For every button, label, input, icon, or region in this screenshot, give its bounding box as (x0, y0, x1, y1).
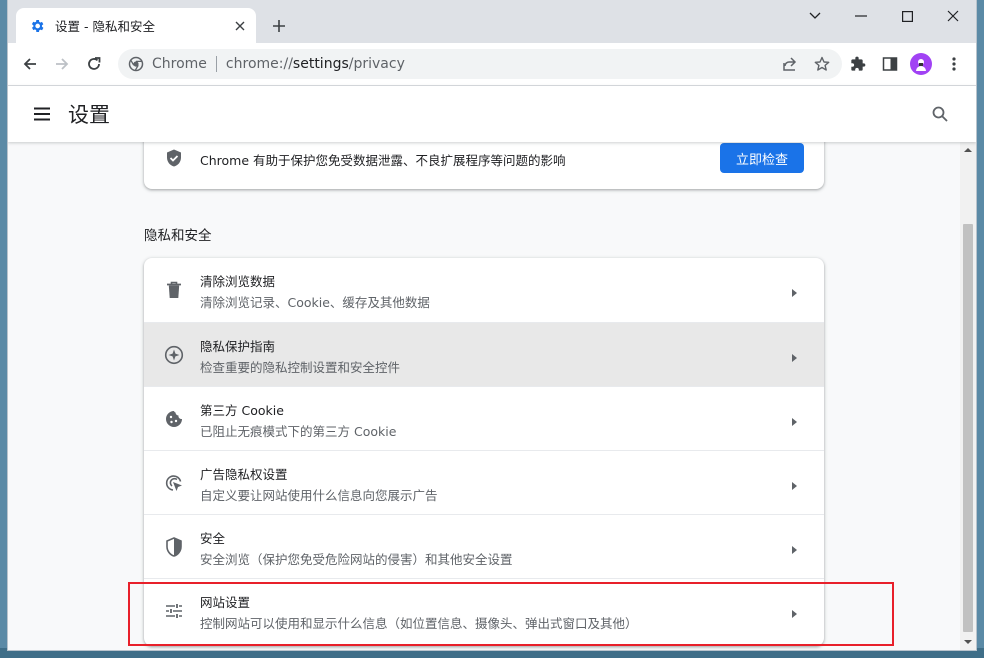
share-icon[interactable] (776, 50, 804, 78)
side-panel-icon[interactable] (876, 50, 904, 78)
settings-content: Chrome 有助于保护您免受数据泄露、不良扩展程序等问题的影响 立即检查 隐私… (8, 142, 960, 650)
url-scheme: chrome:// (225, 56, 293, 72)
arrow-right-icon (788, 477, 800, 490)
back-arrow-icon[interactable] (16, 50, 44, 78)
row-title: 第三方 Cookie (200, 403, 284, 418)
row-clear-browsing-data[interactable]: 清除浏览数据 清除浏览记录、Cookie、缓存及其他数据 (144, 258, 824, 322)
site-label: Chrome (152, 56, 207, 72)
scroll-down-arrow-icon[interactable] (960, 634, 976, 650)
row-subtitle: 已阻止无痕模式下的第三方 Cookie (200, 424, 397, 439)
search-icon[interactable] (928, 102, 952, 126)
extensions-puzzle-icon[interactable] (844, 50, 872, 78)
profile-avatar[interactable] (910, 53, 932, 75)
site-settings-highlight-box (128, 582, 894, 646)
tab-search-icon[interactable] (792, 4, 838, 28)
address-bar[interactable]: Chrome chrome://settings/privacy (118, 49, 842, 79)
forward-arrow-icon[interactable] (48, 50, 76, 78)
arrow-right-icon (788, 349, 800, 362)
compass-icon (164, 345, 184, 365)
section-title: 隐私和安全 (144, 228, 212, 244)
toolbar: Chrome chrome://settings/privacy (8, 43, 976, 86)
browser-window: 设置 - 隐私和安全 Chrome chrome://settings/priv… (8, 0, 976, 650)
row-ad-privacy[interactable]: 广告隐私权设置 自定义要让网站使用什么信息向您展示广告 (144, 450, 824, 515)
bookmark-star-icon[interactable] (808, 50, 836, 78)
maximize-icon[interactable] (884, 4, 930, 28)
close-window-icon[interactable] (930, 4, 976, 28)
row-third-party-cookies[interactable]: 第三方 Cookie 已阻止无痕模式下的第三方 Cookie (144, 386, 824, 451)
safety-shield-icon (164, 148, 184, 168)
row-subtitle: 清除浏览记录、Cookie、缓存及其他数据 (200, 295, 430, 310)
gear-icon (29, 18, 45, 34)
page-title: 设置 (68, 103, 110, 127)
hamburger-menu-icon[interactable] (30, 102, 54, 126)
tab-title: 设置 - 隐私和安全 (55, 19, 155, 34)
shield-icon (164, 537, 184, 557)
row-subtitle: 自定义要让网站使用什么信息向您展示广告 (200, 488, 438, 503)
tab-strip: 设置 - 隐私和安全 (8, 0, 976, 43)
row-subtitle: 检查重要的隐私控制设置和安全控件 (200, 360, 401, 375)
url-text: chrome://settings/privacy (226, 56, 405, 72)
arrow-right-icon (788, 413, 800, 426)
arrow-right-icon (788, 284, 800, 297)
check-now-button[interactable]: 立即检查 (720, 143, 804, 173)
chrome-logo-icon (128, 56, 144, 72)
trash-icon (164, 280, 184, 300)
safety-check-card: Chrome 有助于保护您免受数据泄露、不良扩展程序等问题的影响 立即检查 (144, 142, 824, 189)
tab-settings[interactable]: 设置 - 隐私和安全 (16, 8, 256, 43)
omnibox-divider (215, 56, 217, 72)
safety-check-text: Chrome 有助于保护您免受数据泄露、不良扩展程序等问题的影响 (200, 153, 566, 168)
row-title: 安全 (200, 531, 226, 546)
scroll-up-arrow-icon[interactable] (960, 142, 976, 158)
url-path: /privacy (348, 56, 405, 72)
row-security[interactable]: 安全 安全浏览（保护您免受危险网站的侵害）和其他安全设置 (144, 514, 824, 579)
minimize-icon[interactable] (838, 4, 884, 28)
row-title: 隐私保护指南 (200, 339, 276, 354)
close-tab-icon[interactable] (230, 16, 250, 36)
row-subtitle: 安全浏览（保护您免受危险网站的侵害）和其他安全设置 (200, 552, 513, 567)
reload-icon[interactable] (80, 50, 108, 78)
settings-header: 设置 (8, 86, 976, 142)
scrollbar-thumb[interactable] (963, 224, 973, 632)
arrow-right-icon (788, 541, 800, 554)
row-title: 清除浏览数据 (200, 274, 276, 289)
more-menu-icon[interactable] (940, 50, 968, 78)
ad-privacy-icon (164, 473, 184, 493)
vertical-scrollbar[interactable] (960, 142, 976, 650)
row-privacy-guide[interactable]: 隐私保护指南 检查重要的隐私控制设置和安全控件 (144, 322, 824, 387)
row-title: 广告隐私权设置 (200, 467, 288, 482)
new-tab-button[interactable] (267, 14, 291, 38)
cookie-icon (164, 409, 184, 429)
url-host: settings (292, 56, 349, 72)
